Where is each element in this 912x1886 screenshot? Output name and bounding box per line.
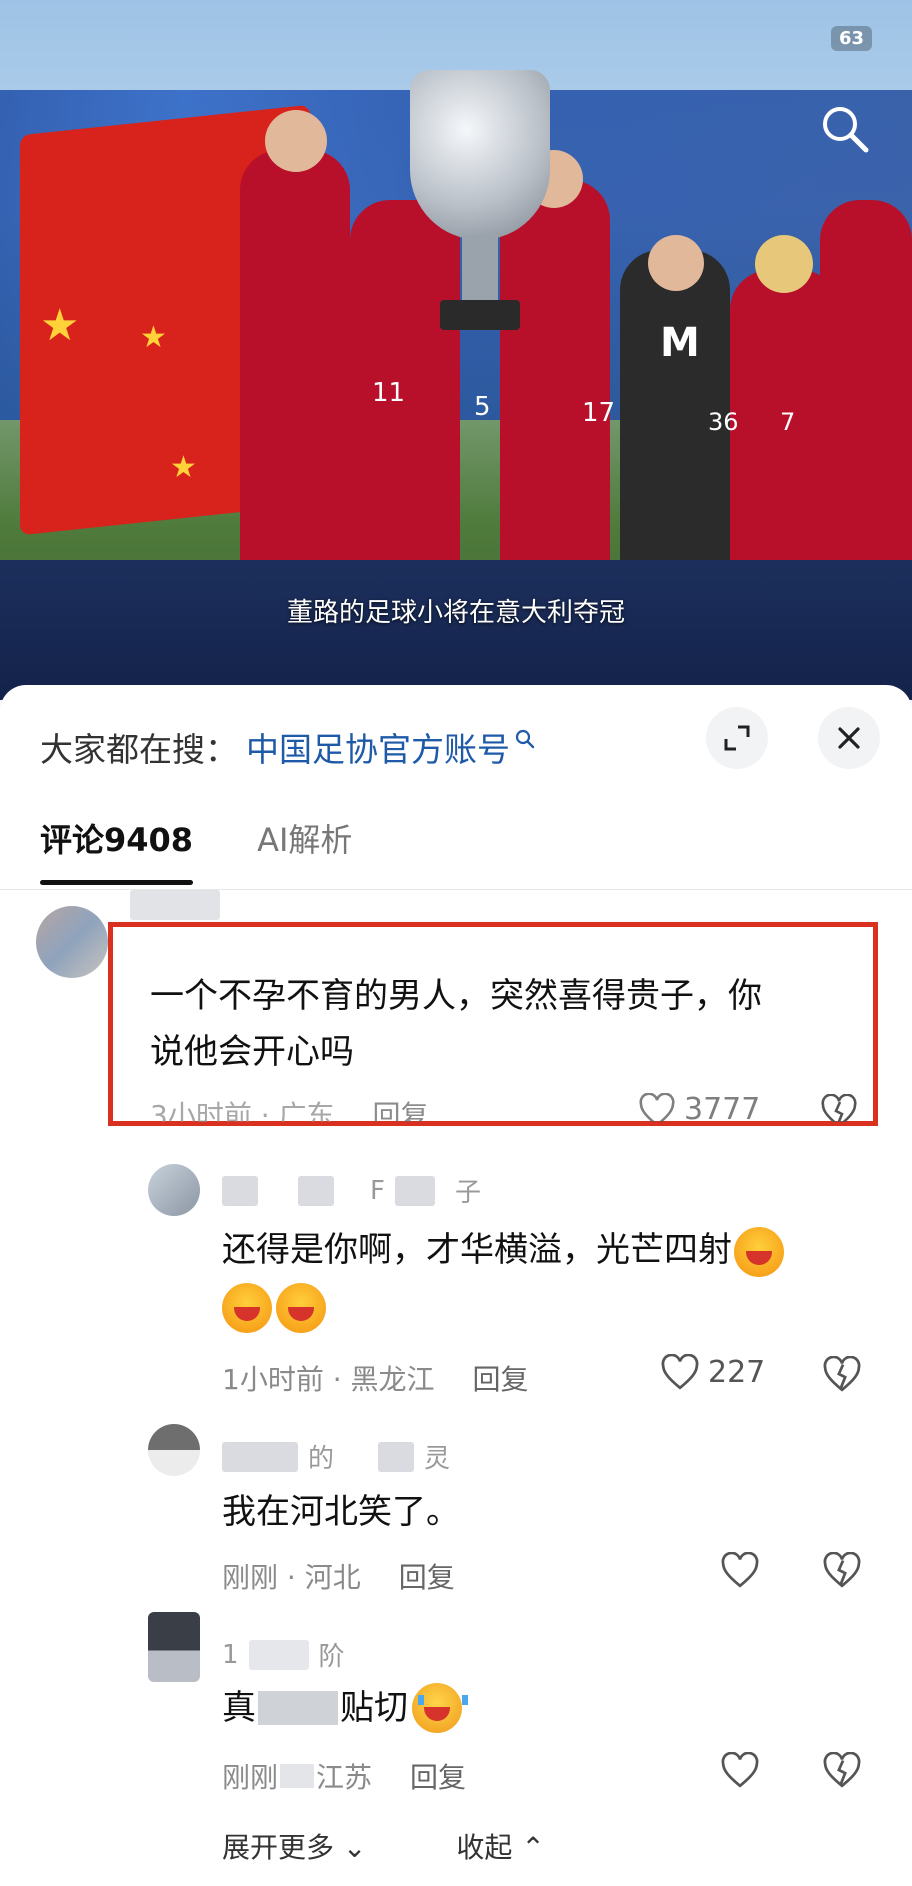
like-button[interactable]: 3777 — [638, 1092, 760, 1122]
expand-more-label: 展开更多 — [222, 1831, 335, 1864]
laughing-emoji-icon — [734, 1226, 784, 1277]
player — [240, 150, 350, 570]
video-caption: 董路的足球小将在意大利夺冠 — [286, 598, 625, 628]
reply-button[interactable]: 回复 — [399, 1556, 455, 1596]
status-badge: 63 — [830, 26, 872, 51]
author-name-fragment: 子 — [454, 1178, 481, 1208]
trophy — [410, 70, 550, 240]
avatar[interactable] — [148, 1164, 200, 1216]
comment-meta: 刚刚 · 河北 回复 — [222, 1556, 455, 1596]
expand-button[interactable] — [706, 707, 768, 769]
comment-tabs: 评论9408 AI解析 — [40, 815, 416, 885]
comment-text-content: 还得是你啊，才华横溢，光芒四射 — [222, 1230, 732, 1270]
expand-more-button[interactable]: 展开更多 ⌄ — [222, 1826, 366, 1866]
comment-text-start: 真 — [222, 1688, 256, 1728]
avatar[interactable] — [148, 1612, 200, 1682]
jersey-number: 17 — [582, 398, 616, 428]
comment-meta: 1小时前 · 黑龙江 回复 — [222, 1358, 529, 1398]
player — [820, 200, 912, 570]
like-count: 227 — [708, 1354, 766, 1390]
blurred-text — [280, 1764, 315, 1788]
jersey-number: 36 — [708, 408, 739, 436]
chevron-up-icon: ⌃ — [521, 1831, 545, 1864]
reply-button[interactable]: 回复 — [373, 1094, 429, 1122]
trending-prefix: 大家都在搜： — [40, 730, 238, 769]
close-icon — [838, 727, 860, 749]
search-icon — [515, 729, 535, 749]
video-player[interactable]: ★ ★ ★ 11 5 17 36 7 M 63 董路的足球小将在意大利夺冠 — [0, 0, 912, 700]
jersey-number: 7 — [780, 408, 796, 436]
comment-author[interactable] — [130, 890, 220, 920]
shirt-letter: M — [660, 320, 700, 366]
comment-text: 还得是你啊，才华横溢，光芒四射 — [222, 1222, 862, 1334]
comment-time-location: 刚刚 · 河北 — [222, 1561, 361, 1594]
flag-star-icon: ★ — [140, 320, 167, 355]
comment-text: 我在河北笑了。 — [222, 1492, 460, 1532]
tab-ai-analysis[interactable]: AI解析 — [257, 815, 352, 885]
player — [500, 180, 610, 580]
laughing-emoji-icon — [276, 1282, 326, 1333]
trophy-base — [440, 300, 520, 330]
trophy-stem — [462, 235, 498, 305]
jersey-number: 11 — [372, 378, 406, 408]
heart-icon — [661, 1354, 699, 1390]
author-name-fragment: 阶 — [318, 1642, 345, 1672]
heart-icon[interactable] — [720, 1752, 760, 1788]
dislike-icon[interactable] — [822, 1752, 862, 1788]
heart-icon[interactable] — [720, 1552, 760, 1588]
comment-text: 一个不孕不育的男人，突然喜得贵子，你 说他会开心吗 — [150, 968, 860, 1080]
heart-icon — [639, 1092, 675, 1122]
comment-meta-clipped: 3小时前 · 广东 回复 3777 — [113, 1092, 873, 1122]
player-head — [755, 235, 813, 293]
dislike-icon[interactable] — [822, 1552, 862, 1588]
player-head — [648, 235, 704, 291]
comment-author[interactable]: F 子 — [222, 1172, 481, 1209]
comment-author[interactable]: 的 灵 — [222, 1438, 450, 1475]
author-name-fragment: 灵 — [424, 1444, 451, 1474]
reply-button[interactable]: 回复 — [410, 1756, 466, 1796]
author-name-fragment: F — [370, 1175, 385, 1206]
comment-meta: 刚刚 江苏 回复 — [222, 1756, 466, 1796]
avatar[interactable] — [36, 906, 108, 978]
like-button[interactable]: 227 — [660, 1354, 765, 1390]
avatar[interactable] — [148, 1424, 200, 1476]
collapse-label: 收起 — [456, 1831, 513, 1864]
comment-text-line: 说他会开心吗 — [150, 1032, 354, 1072]
chevron-down-icon: ⌄ — [342, 1831, 367, 1864]
player-head — [265, 110, 327, 172]
comment-time-location: 1小时前 · 黑龙江 — [222, 1363, 435, 1396]
comment-text: 真 贴切 — [222, 1680, 468, 1736]
comment-author[interactable]: 1 阶 — [222, 1636, 345, 1673]
flag-star-icon: ★ — [40, 300, 80, 351]
flag-star-icon: ★ — [170, 450, 197, 485]
collapse-button[interactable]: 收起 ⌃ — [456, 1826, 544, 1866]
laughing-emoji-icon — [222, 1282, 272, 1333]
search-icon[interactable] — [818, 102, 872, 156]
comment-time: 刚刚 — [222, 1761, 279, 1794]
comment-location: 江苏 — [316, 1761, 373, 1794]
comment-text-line: 一个不孕不育的男人，突然喜得贵子，你 — [150, 976, 762, 1016]
trending-search-link[interactable]: 中国足协官方账号 — [246, 723, 510, 771]
dislike-icon[interactable] — [820, 1094, 858, 1122]
comment-text-end: 贴切 — [340, 1688, 408, 1728]
comment-time-location: 3小时前 · 广东 — [150, 1099, 335, 1122]
like-count: 3777 — [684, 1092, 761, 1122]
tab-comments[interactable]: 评论9408 — [40, 815, 194, 885]
reply-button[interactable]: 回复 — [473, 1358, 529, 1398]
expand-icon — [724, 725, 750, 751]
author-name-fragment: 1 — [222, 1639, 239, 1670]
podium — [0, 560, 912, 700]
trending-search-row[interactable]: 大家都在搜： 中国足协官方账号 — [40, 717, 536, 777]
close-button[interactable] — [818, 707, 880, 769]
blurred-text — [258, 1691, 338, 1725]
jersey-number: 5 — [474, 392, 491, 422]
thread-controls: 展开更多 ⌄ 收起 ⌃ — [222, 1826, 545, 1866]
dislike-icon[interactable] — [822, 1356, 862, 1392]
crying-laughing-emoji-icon — [412, 1683, 468, 1733]
author-name-fragment: 的 — [308, 1444, 335, 1474]
